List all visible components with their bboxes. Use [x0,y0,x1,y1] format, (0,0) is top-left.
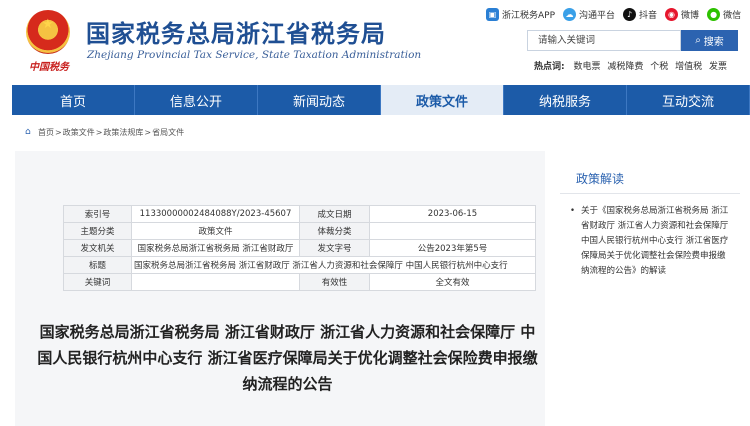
sidebar-title: 政策解读 [560,170,740,194]
nav-policy-documents[interactable]: 政策文件 [381,85,504,115]
nav-news[interactable]: 新闻动态 [258,85,381,115]
site-title[interactable]: 国家税务总局浙江省税务局 [86,14,386,49]
table-row: 发文机关 国家税务总局浙江省税务局 浙江省财政厅 发文字号 公告2023年第5号 [63,239,536,257]
table-row: 索引号 11330000002484088Y/2023-45607 成文日期 2… [63,205,536,223]
search-button[interactable]: ⌕ 搜索 [681,30,738,51]
document-panel: 索引号 11330000002484088Y/2023-45607 成文日期 2… [15,151,545,426]
meta-title-value: 国家税务总局浙江省税务局 浙江省财政厅 浙江省人力资源和社会保障厅 中国人民银行… [131,256,536,274]
emblem-caption: 中国税务 [29,62,69,73]
home-icon: ⌂ [25,127,31,137]
search-icon: ⌕ [695,35,701,46]
hot-keyword[interactable]: 数电票 [573,62,600,72]
nav-info-disclosure[interactable]: 信息公开 [135,85,258,115]
quick-links: ▣ 浙江税务APP ☁ 沟通平台 ♪ 抖音 ◉ 微博 ● 微信 [486,7,749,21]
document-title: 国家税务总局浙江省税务局 浙江省财政厅 浙江省人力资源和社会保障厅 中国人民银行… [37,323,538,393]
table-row: 标题 国家税务总局浙江省税务局 浙江省财政厅 浙江省人力资源和社会保障厅 中国人… [63,256,536,274]
bullet-icon: • [570,206,576,216]
site-subtitle: Zhejiang Provincial Tax Service, State T… [87,49,422,61]
quick-link-app[interactable]: ▣ 浙江税务APP [486,7,555,21]
hot-keyword[interactable]: 增值税 [675,62,702,72]
nav-home[interactable]: 首页 [12,85,135,115]
table-row: 关键词 有效性 全文有效 [63,273,536,291]
site-header: ★ 中国税务 国家税务总局浙江省税务局 Zhejiang Provincial … [0,0,750,84]
quick-link-wechat[interactable]: ● 微信 [707,7,741,21]
app-icon: ▣ [486,7,499,21]
breadcrumb-provincial[interactable]: 省局文件 [152,127,184,138]
weibo-icon: ◉ [665,7,679,21]
main-nav: 首页 信息公开 新闻动态 政策文件 纳税服务 互动交流 [12,85,750,115]
quick-link-platform[interactable]: ☁ 沟通平台 [563,7,615,21]
breadcrumb-policy[interactable]: 政策文件 [63,127,95,138]
table-row: 主题分类 政策文件 体裁分类 [63,222,536,240]
quick-link-weibo[interactable]: ◉ 微博 [665,7,699,21]
hot-keyword[interactable]: 发票 [709,62,727,72]
breadcrumb-home[interactable]: 首页 [38,127,54,138]
document-meta-table: 索引号 11330000002484088Y/2023-45607 成文日期 2… [63,205,536,291]
tiktok-icon: ♪ [623,7,637,21]
star-icon: ★ [42,17,54,32]
policy-interpretation-sidebar: 政策解读 • 关于《国家税务总局浙江省税务局 浙江省财政厅 浙江省人力资源和社会… [560,170,740,279]
sidebar-item-interpretation[interactable]: • 关于《国家税务总局浙江省税务局 浙江省财政厅 浙江省人力资源和社会保障厅 中… [560,204,740,279]
breadcrumb-library[interactable]: 政策法规库 [103,127,143,138]
breadcrumb: ⌂ 首页 > 政策文件 > 政策法规库 > 省局文件 [25,127,185,138]
nav-interaction[interactable]: 互动交流 [627,85,750,115]
cloud-icon: ☁ [563,7,577,21]
quick-link-tiktok[interactable]: ♪ 抖音 [623,7,657,21]
hot-keywords: 热点词: 数电票 减税降费 个税 增值税 发票 [534,62,728,72]
hot-keyword[interactable]: 减税降费 [607,62,643,72]
search-input[interactable]: 请输入关键词 [527,30,681,51]
nav-tax-services[interactable]: 纳税服务 [504,85,627,115]
hot-keyword[interactable]: 个税 [650,62,668,72]
wechat-icon: ● [707,7,721,21]
